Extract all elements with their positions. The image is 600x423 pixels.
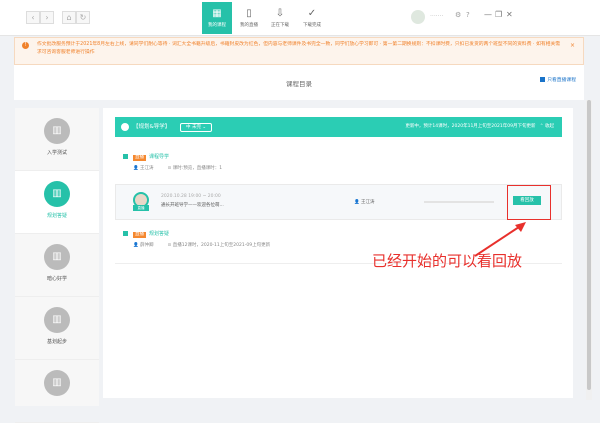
checkbox-label: 只看直播课程 — [547, 78, 576, 83]
download-icon: ⇩ — [275, 8, 285, 19]
course-logo-icon — [121, 122, 129, 131]
section-meta-text: ⊙ 课时:预览，直播课时：1 — [167, 166, 223, 171]
book-icon: ▥ — [44, 307, 70, 333]
tab-label: 正在下载 — [271, 23, 289, 28]
back-button[interactable]: ‹ — [26, 11, 40, 24]
lesson-name: 通长开班导学——欢迎各位萌... — [161, 203, 224, 208]
tab-label: 下载完成 — [303, 23, 321, 28]
collapse-icon — [123, 154, 128, 159]
live-only-checkbox[interactable]: 只看直播课程 — [540, 76, 576, 83]
lesson-time: 2020.10.28 19:00 ~ 20:00 — [161, 194, 221, 199]
sidebar-item-3[interactable]: ▥ 基划起步 — [15, 297, 99, 360]
scrollbar-thumb[interactable] — [587, 100, 591, 390]
tab-downloaded[interactable]: ✓ 下载完成 — [297, 2, 327, 34]
catalog-header: 课程目录 只看直播课程 — [14, 65, 584, 100]
book-icon: ▥ — [44, 118, 70, 144]
tab-my-courses[interactable]: ▦ 我的课程 — [202, 2, 232, 34]
avatar[interactable] — [411, 10, 425, 24]
check-circle-icon: ✓ — [307, 8, 317, 19]
notice-close-button[interactable]: × — [570, 42, 575, 50]
section-title-1[interactable]: 直播 规划答疑 — [123, 230, 169, 238]
status-dropdown[interactable]: 中 未完 ⌄ — [180, 123, 213, 132]
section-meta-0: 👤 王江涛 ⊙ 课时:预览，直播课时：1 — [133, 165, 236, 171]
catalog-title: 课程目录 — [286, 80, 312, 88]
highlight-box — [507, 185, 551, 220]
course-header: 【规划&导学】 中 未完 ⌄ 更新中，预计14课时，2020年11月上旬至202… — [115, 117, 562, 137]
section-meta-1: 👤 薛仲卿 ⊙ 直播12课时，2020-11上旬至2021-09上旬更新 — [133, 242, 284, 248]
tab-label: 我的课程 — [208, 23, 226, 28]
course-title: 【规划&导学】 — [133, 124, 171, 130]
section-title-0[interactable]: 直播 课程导学 — [123, 153, 169, 161]
lesson-progress-bar — [424, 201, 494, 203]
help-icon[interactable]: ? — [466, 11, 470, 19]
book-icon: ▯ — [246, 8, 252, 19]
lesson-row[interactable]: 直播 2020.10.28 19:00 ~ 20:00 通长开班导学——欢迎各位… — [115, 184, 562, 220]
tab-my-live[interactable]: ▯ 我的直播 — [234, 2, 264, 34]
book-icon: ▥ — [44, 244, 70, 270]
warning-icon: ! — [22, 42, 29, 49]
collapse-button[interactable]: ⌃ 收起 — [540, 124, 554, 129]
notice-text: 作文批改服务预计于2021年8月左右上线，请同学们耐心等待 · 词汇大全书籍升级… — [37, 42, 561, 55]
username[interactable]: ······· — [430, 13, 443, 20]
refresh-button[interactable]: ↻ — [76, 11, 90, 24]
home-button[interactable]: ⌂ — [62, 11, 76, 24]
close-button[interactable]: ✕ — [506, 10, 513, 19]
section-meta-text: ⊙ 直播12课时，2020-11上旬至2021-09上旬更新 — [167, 243, 271, 248]
expand-icon — [123, 231, 128, 236]
scrollbar[interactable] — [586, 100, 592, 400]
sidebar-item-label: 暗心好学 — [46, 276, 67, 282]
top-bar: ‹ › ⌂ ↻ ▦ 我的课程 ▯ 我的直播 ⇩ 正在下载 ✓ 下载完成 ······· … — [0, 0, 600, 36]
sidebar-item-label: 基划起步 — [46, 339, 67, 345]
live-tag: 直播 — [133, 232, 146, 238]
teacher-name: 👤 薛仲卿 — [133, 243, 154, 248]
section-name: 规划答疑 — [149, 231, 170, 237]
sidebar-item-label: 入学测试 — [46, 150, 67, 156]
lesson-teacher: 👤 王江涛 — [354, 200, 375, 205]
sidebar-item-label: 规划答疑 — [46, 213, 67, 219]
section-name: 课程导学 — [149, 154, 170, 160]
tab-downloading[interactable]: ⇩ 正在下载 — [265, 2, 295, 34]
maximize-button[interactable]: ❐ — [495, 10, 502, 19]
sidebar-item-0[interactable]: ▥ 入学测试 — [15, 108, 99, 171]
sidebar: ▥ 入学测试 ▥ 规划答疑 ▥ 暗心好学 ▥ 基划起步 ▥ — [15, 108, 99, 423]
book-icon: ▥ — [44, 370, 70, 396]
course-info: 更新中，预计14课时，2020年11月上旬至2021年09月下旬更新 — [405, 124, 536, 129]
book-icon: ▥ — [44, 181, 70, 207]
sidebar-item-1[interactable]: ▥ 规划答疑 — [15, 171, 99, 234]
sidebar-item-4[interactable]: ▥ — [15, 360, 99, 423]
live-tag: 直播 — [133, 155, 146, 161]
teacher-name: 👤 王江涛 — [133, 166, 154, 171]
live-badge: 直播 — [133, 205, 149, 211]
sidebar-item-2[interactable]: ▥ 暗心好学 — [15, 234, 99, 297]
grid-icon: ▦ — [212, 8, 222, 19]
annotation-text: 已经开始的可以看回放 — [372, 252, 523, 270]
forward-button[interactable]: › — [40, 11, 54, 24]
notice-banner: ! 作文批改服务预计于2021年8月左右上线，请同学们耐心等待 · 词汇大全书籍… — [14, 37, 584, 65]
gear-icon[interactable]: ⚙ — [455, 11, 461, 19]
tab-label: 我的直播 — [240, 23, 258, 28]
minimize-button[interactable]: — — [484, 10, 492, 19]
checkbox-icon — [540, 77, 546, 82]
